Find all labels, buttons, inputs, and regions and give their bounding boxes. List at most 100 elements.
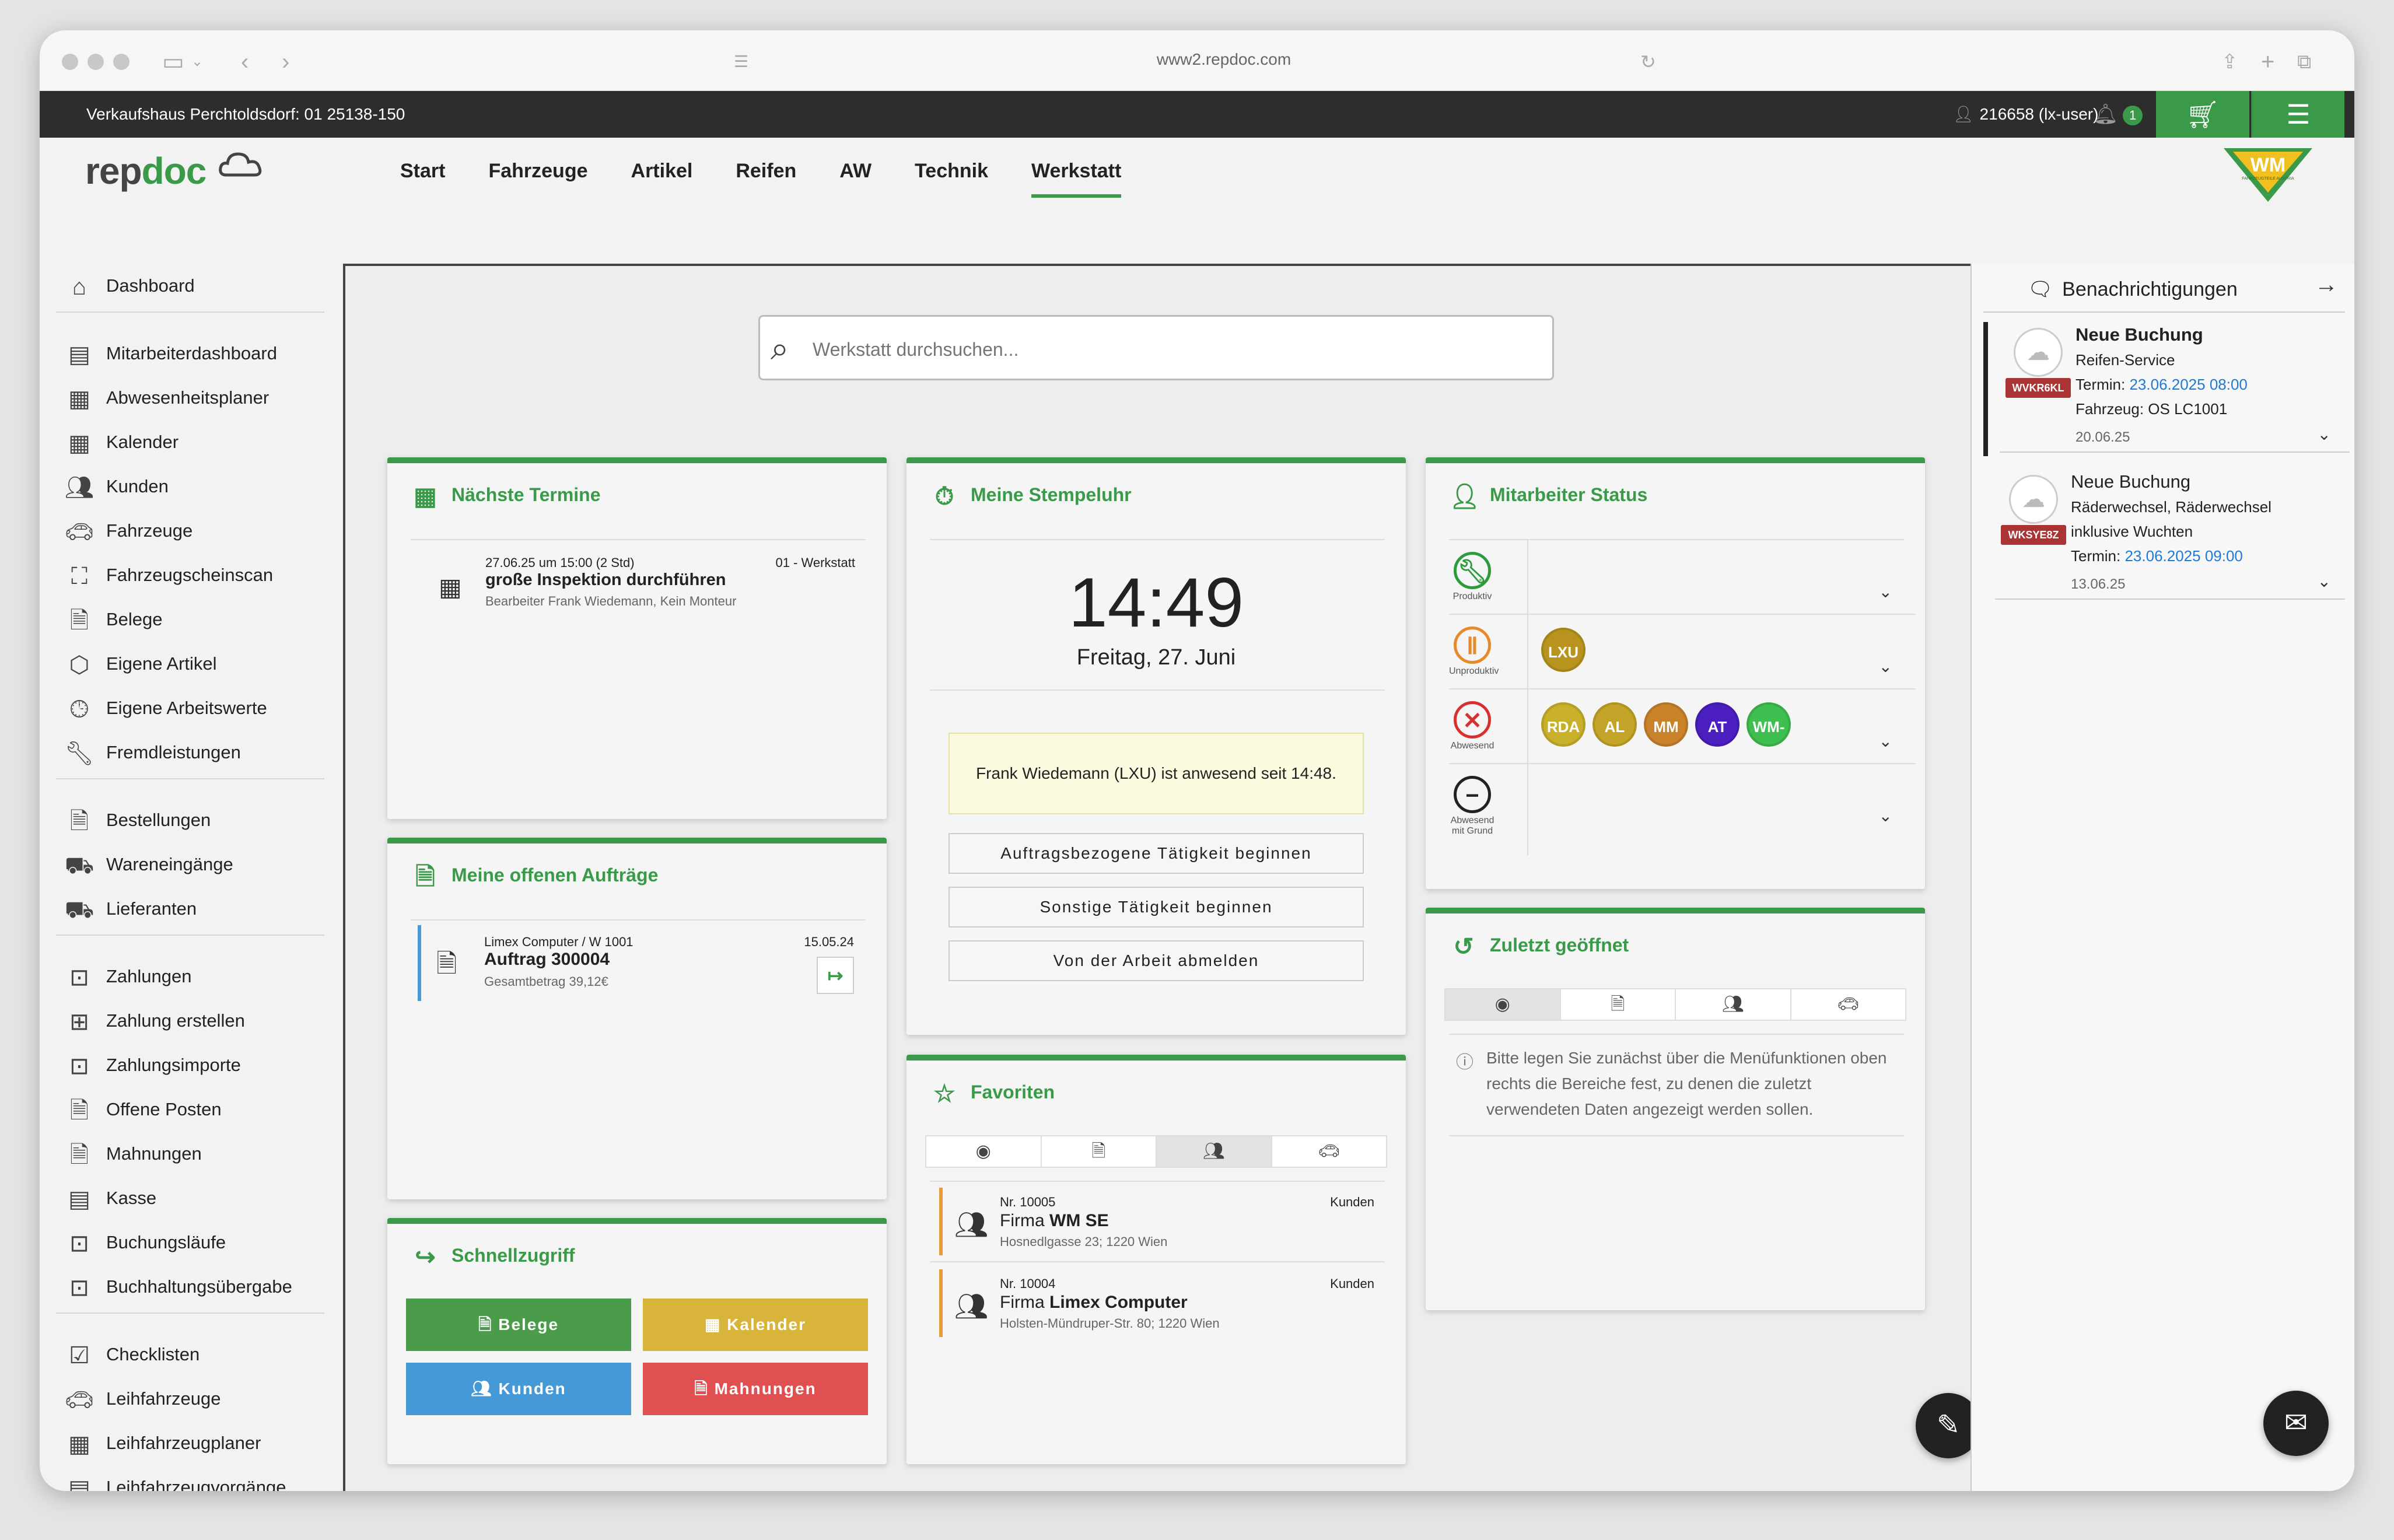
share-icon[interactable]: ⇪ bbox=[2221, 47, 2238, 77]
quick-belege-button[interactable]: 🗎 Belege bbox=[406, 1298, 631, 1351]
sidebar-item-kasse[interactable]: ▤ Kasse bbox=[63, 1181, 156, 1216]
forward-icon[interactable]: › bbox=[282, 47, 289, 77]
close-window-button[interactable] bbox=[62, 54, 78, 70]
sidebar-item-abwesenheitsplaner[interactable]: ▦ Abwesenheitsplaner bbox=[63, 380, 269, 415]
sidebar-item-checklisten[interactable]: ☑ Checklisten bbox=[63, 1337, 200, 1372]
tab-recent-eye[interactable]: ◉ bbox=[1446, 989, 1561, 1020]
tab-customers[interactable]: 👥︎ bbox=[1676, 989, 1791, 1020]
favorite-item[interactable]: 👥︎ Nr. 10005 Kunden Firma WM SE Hosnedlg… bbox=[939, 1188, 1385, 1255]
nav-aw[interactable]: AW bbox=[839, 160, 872, 194]
tab-documents[interactable]: 🗎 bbox=[1042, 1136, 1157, 1167]
status-row-abwesend-grund[interactable]: − Abwesend mit Grund ⌄ bbox=[1449, 764, 1916, 846]
sidebar-item-fahrzeugscheinscan[interactable]: ⛶ Fahrzeugscheinscan bbox=[63, 558, 273, 593]
sidebar-item-zahlung-erstellen[interactable]: ⊞ Zahlung erstellen bbox=[63, 1003, 245, 1038]
sidebar-item-mitarbeiterdashboard[interactable]: ▤ Mitarbeiterdashboard bbox=[63, 336, 277, 371]
notification-bell[interactable]: 🔔︎ 1 bbox=[2093, 91, 2143, 138]
status-row-unproduktiv[interactable]: Ⅱ Unproduktiv LXU ⌄ bbox=[1449, 615, 1916, 690]
new-tab-icon[interactable]: + bbox=[2261, 47, 2274, 77]
sidebar-item-fahrzeuge[interactable]: 🚗︎ Fahrzeuge bbox=[63, 513, 193, 548]
sidebar-item-lieferanten[interactable]: ⛟ Lieferanten bbox=[63, 891, 197, 926]
chevron-down-icon[interactable]: ⌄ bbox=[1879, 732, 1892, 751]
sidebar-item-leihfahrzeugvorgaenge[interactable]: ▤ Leihfahrzeugvorgänge bbox=[63, 1470, 286, 1491]
status-row-produktiv[interactable]: 🔧︎ Produktiv ⌄ bbox=[1449, 540, 1916, 615]
avatar-rda[interactable]: RDA bbox=[1541, 702, 1586, 747]
notification-termin: Termin: 23.06.2025 08:00 bbox=[2076, 376, 2248, 394]
status-row-abwesend[interactable]: ✕ Abwesend RDA AL MM AT WM- ⌄ bbox=[1449, 690, 1916, 764]
sidebar-item-kalender[interactable]: ▦ Kalender bbox=[63, 425, 178, 460]
nav-fahrzeuge[interactable]: Fahrzeuge bbox=[488, 160, 587, 194]
sidebar-item-zahlungen[interactable]: ⊡ Zahlungen bbox=[63, 959, 191, 994]
zoom-window-button[interactable] bbox=[113, 54, 130, 70]
menu-button[interactable]: ☰ bbox=[2251, 91, 2344, 138]
favorite-nr: Nr. 10004 bbox=[1000, 1276, 1056, 1291]
avatar-lxu[interactable]: LXU bbox=[1541, 628, 1586, 672]
sidebar-item-wareneingaenge[interactable]: ⛟ Wareneingänge bbox=[63, 847, 233, 882]
nav-werkstatt[interactable]: Werkstatt bbox=[1031, 160, 1122, 198]
tab-recent-eye[interactable]: ◉ bbox=[926, 1136, 1042, 1167]
notification-item[interactable]: ☁︎ WKSYE8Z Neue Buchung Räderwechsel, Rä… bbox=[1983, 469, 2345, 603]
arrow-right-icon[interactable]: → bbox=[2315, 272, 2338, 298]
nav-artikel[interactable]: Artikel bbox=[631, 160, 693, 194]
chevron-down-icon[interactable]: ⌄ bbox=[2318, 572, 2331, 591]
avatar-al[interactable]: AL bbox=[1592, 702, 1637, 747]
auftrag-item[interactable]: 🗎 Limex Computer / W 1001 15.05.24 Auftr… bbox=[418, 925, 866, 1001]
werkstatt-search[interactable]: ⌕ bbox=[758, 315, 1554, 380]
chat-fab-button[interactable]: ✉︎ bbox=[2263, 1391, 2329, 1456]
open-auftrag-button[interactable]: ↦ bbox=[817, 957, 854, 994]
start-other-activity-button[interactable]: Sonstige Tätigkeit beginnen bbox=[949, 887, 1364, 928]
sidebar-item-dashboard[interactable]: ⌂ Dashboard bbox=[63, 268, 195, 303]
sidebar-item-label: Belege bbox=[106, 609, 163, 629]
sidebar-item-eigene-artikel[interactable]: ⬡ Eigene Artikel bbox=[63, 646, 217, 681]
favorite-item[interactable]: 👥︎ Nr. 10004 Kunden Firma Limex Computer… bbox=[939, 1269, 1385, 1337]
repdoc-logo[interactable]: repdoc bbox=[85, 149, 265, 192]
quick-kunden-button[interactable]: 👥︎ Kunden bbox=[406, 1363, 631, 1415]
sidebar-toggle-icon[interactable]: ▭ bbox=[162, 47, 184, 77]
sidebar-item-leihfahrzeugplaner[interactable]: ▦ Leihfahrzeugplaner bbox=[63, 1426, 261, 1461]
chevron-down-icon[interactable]: ⌄ bbox=[2318, 425, 2331, 444]
sidebar-item-mahnungen[interactable]: 🗎 Mahnungen bbox=[63, 1136, 202, 1171]
logout-work-button[interactable]: Von der Arbeit abmelden bbox=[949, 940, 1364, 981]
sidebar-item-zahlungsimporte[interactable]: ⊡ Zahlungsimporte bbox=[63, 1048, 241, 1083]
sidebar-item-belege[interactable]: 🗎 Belege bbox=[63, 602, 163, 637]
nav-start[interactable]: Start bbox=[400, 160, 445, 194]
back-icon[interactable]: ‹ bbox=[241, 47, 249, 77]
termin-item[interactable]: ▦ 27.06.25 um 15:00 (2 Std) 01 - Werksta… bbox=[411, 545, 866, 621]
quick-mahnungen-button[interactable]: 🗎 Mahnungen bbox=[643, 1363, 868, 1415]
avatar-mm[interactable]: MM bbox=[1644, 702, 1688, 747]
chevron-down-icon[interactable]: ⌄ bbox=[191, 47, 203, 77]
start-order-activity-button[interactable]: Auftragsbezogene Tätigkeit beginnen bbox=[949, 833, 1364, 874]
user-info[interactable]: 👤︎ 216658 (lx-user) bbox=[1953, 91, 2098, 138]
sidebar-item-buchhaltungsuebergabe[interactable]: ⊡ Buchhaltungsübergabe bbox=[63, 1269, 292, 1304]
cart-button[interactable]: 🛒︎ bbox=[2156, 91, 2249, 138]
minimize-window-button[interactable] bbox=[88, 54, 104, 70]
sidebar-item-bestellungen[interactable]: 🗎 Bestellungen bbox=[63, 803, 211, 838]
chevron-down-icon[interactable]: ⌄ bbox=[1879, 657, 1892, 676]
chevron-down-icon[interactable]: ⌄ bbox=[1879, 582, 1892, 601]
tab-vehicles[interactable]: 🚗︎ bbox=[1272, 1136, 1387, 1167]
address-bar[interactable]: www2.repdoc.com bbox=[1136, 50, 1311, 69]
sidebar-item-offene-posten[interactable]: 🗎 Offene Posten bbox=[63, 1092, 222, 1127]
nav-reifen[interactable]: Reifen bbox=[736, 160, 796, 194]
termin-link[interactable]: 23.06.2025 09:00 bbox=[2124, 547, 2242, 565]
nav-technik[interactable]: Technik bbox=[915, 160, 988, 194]
avatar-at[interactable]: AT bbox=[1695, 702, 1740, 747]
tab-customers[interactable]: 👥︎ bbox=[1157, 1136, 1272, 1167]
sidebar-item-kunden[interactable]: 👥︎ Kunden bbox=[63, 469, 169, 504]
search-input[interactable] bbox=[813, 333, 1513, 366]
sidebar-item-fremdleistungen[interactable]: 🔧︎ Fremdleistungen bbox=[63, 735, 241, 770]
sidebar-item-leihfahrzeuge[interactable]: 🚗︎ Leihfahrzeuge bbox=[63, 1381, 221, 1416]
reload-icon[interactable]: ↻ bbox=[1640, 47, 1656, 77]
quick-kalender-button[interactable]: ▦ Kalender bbox=[643, 1298, 868, 1351]
chevron-down-icon[interactable]: ⌄ bbox=[1879, 806, 1892, 825]
sidebar-item-buchungslaeufe[interactable]: ⊡ Buchungsläufe bbox=[63, 1225, 226, 1260]
sidebar-item-label: Kunden bbox=[106, 476, 169, 496]
sidebar-item-eigene-arbeitswerte[interactable]: 🕒︎ Eigene Arbeitswerte bbox=[63, 691, 267, 726]
tab-documents[interactable]: 🗎 bbox=[1561, 989, 1676, 1020]
page-settings-icon[interactable]: ☰ bbox=[734, 47, 748, 77]
notification-item[interactable]: ☁︎ WVKR6KL Neue Buchung Reifen-Service T… bbox=[1983, 322, 2350, 456]
status-abwesend-grund: − Abwesend mit Grund bbox=[1443, 776, 1502, 836]
tab-overview-icon[interactable]: ⧉ bbox=[2297, 47, 2311, 77]
tab-vehicles[interactable]: 🚗︎ bbox=[1791, 989, 1906, 1020]
avatar-wm[interactable]: WM- bbox=[1746, 702, 1791, 747]
termin-link[interactable]: 23.06.2025 08:00 bbox=[2129, 376, 2247, 393]
